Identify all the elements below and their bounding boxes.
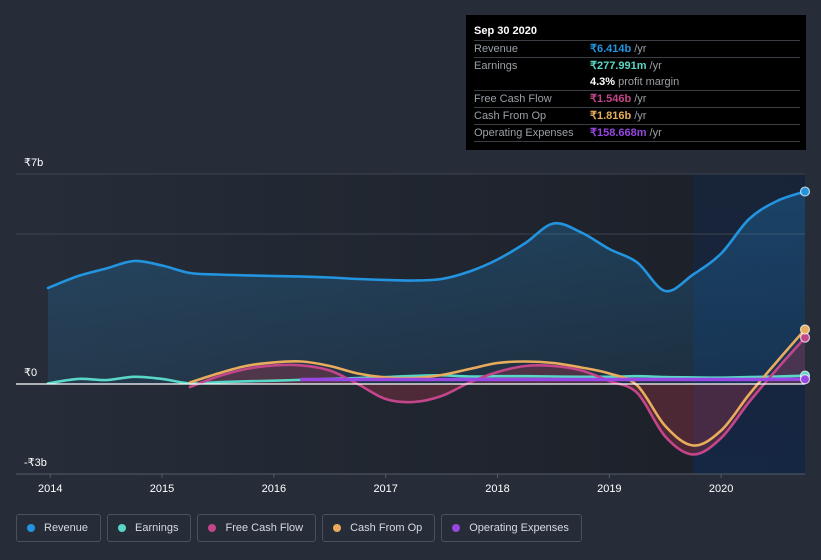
tooltip-row-operating-expenses: Operating Expenses ₹158.668m /yr xyxy=(474,124,800,142)
y-tick-label: -₹3b xyxy=(24,457,47,469)
tooltip-label: Operating Expenses xyxy=(474,127,574,139)
y-tick-label: ₹7b xyxy=(24,157,43,169)
tooltip-value: 4.3% xyxy=(590,76,616,88)
tooltip-unit: /yr xyxy=(649,60,662,72)
x-tick-label: 2017 xyxy=(373,483,397,495)
x-tick-label: 2015 xyxy=(150,483,174,495)
x-tick-label: 2020 xyxy=(709,483,733,495)
tooltip-row-cash-from-op: Cash From Op ₹1.816b /yr xyxy=(474,107,800,124)
tooltip-row-profit-margin: 4.3% profit margin xyxy=(474,74,800,90)
tooltip-value: ₹6.414b xyxy=(590,43,632,55)
tooltip-date: Sep 30 2020 xyxy=(474,25,537,37)
tooltip-row-earnings: Earnings ₹277.991m /yr xyxy=(474,57,800,74)
legend-label: Earnings xyxy=(135,522,179,534)
opex-end-marker[interactable] xyxy=(799,374,811,385)
tooltip-unit: /yr xyxy=(634,43,647,55)
tooltip: Sep 30 2020 Revenue ₹6.414b /yr Earnings… xyxy=(466,15,806,150)
legend-dot-icon xyxy=(333,524,342,532)
legend-item-free-cash-flow[interactable]: Free Cash Flow xyxy=(197,514,317,542)
tooltip-row-revenue: Revenue ₹6.414b /yr xyxy=(474,40,800,57)
x-tick-label: 2018 xyxy=(485,483,509,495)
tooltip-value: ₹158.668m xyxy=(590,127,647,139)
legend-dot-icon xyxy=(452,524,461,532)
tooltip-label: Cash From Op xyxy=(474,110,547,122)
y-tick-label: ₹0 xyxy=(24,367,37,379)
x-tick-label: 2019 xyxy=(597,483,621,495)
tooltip-label: Earnings xyxy=(474,60,518,72)
cfo-end-marker[interactable] xyxy=(799,324,811,335)
legend-item-operating-expenses[interactable]: Operating Expenses xyxy=(441,514,582,542)
tooltip-label: Free Cash Flow xyxy=(474,93,552,105)
legend-item-cash-from-op[interactable]: Cash From Op xyxy=(322,514,436,542)
legend-dot-icon xyxy=(27,524,35,532)
tooltip-label xyxy=(474,74,590,90)
tooltip-value: ₹277.991m xyxy=(590,60,647,72)
legend-label: Free Cash Flow xyxy=(225,522,304,534)
tooltip-label: Revenue xyxy=(474,43,519,55)
legend-item-revenue[interactable]: Revenue xyxy=(16,514,102,542)
tooltip-unit: /yr xyxy=(649,127,662,139)
legend-item-earnings[interactable]: Earnings xyxy=(107,514,192,542)
revenue-end-marker[interactable] xyxy=(799,186,811,197)
tooltip-value: ₹1.816b xyxy=(590,110,632,122)
legend-dot-icon xyxy=(208,524,217,532)
tooltip-row-free-cash-flow: Free Cash Flow ₹1.546b /yr xyxy=(474,90,800,107)
legend-dot-icon xyxy=(118,524,127,532)
tooltip-value: ₹1.546b xyxy=(590,93,632,105)
tooltip-unit: /yr xyxy=(634,93,647,105)
x-tick-label: 2014 xyxy=(38,483,62,495)
legend: Revenue Earnings Free Cash Flow Cash Fro… xyxy=(16,514,582,542)
x-tick-label: 2016 xyxy=(262,483,286,495)
legend-label: Revenue xyxy=(44,522,89,534)
legend-label: Operating Expenses xyxy=(469,522,569,534)
tooltip-unit: /yr xyxy=(634,110,647,122)
legend-label: Cash From Op xyxy=(350,522,423,534)
tooltip-unit: profit margin xyxy=(618,76,680,88)
